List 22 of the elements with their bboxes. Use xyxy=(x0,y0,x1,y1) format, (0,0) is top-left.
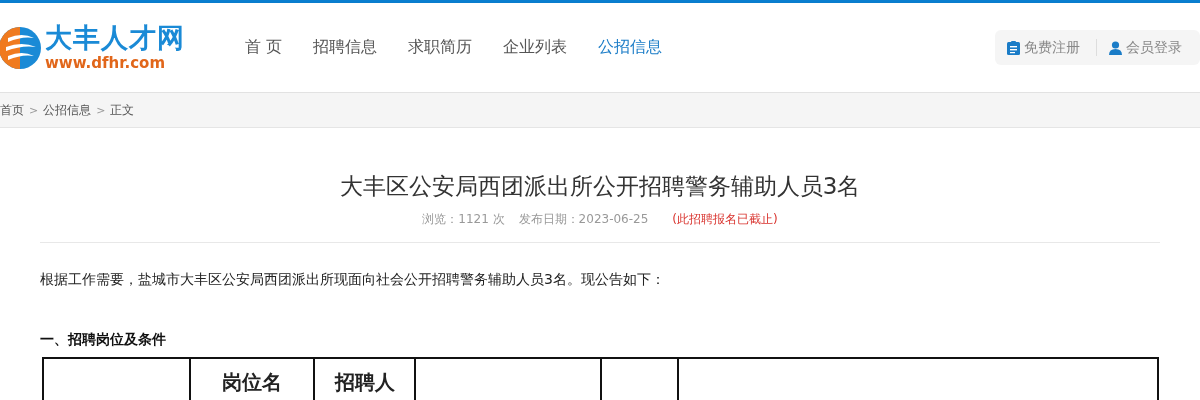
nav-link[interactable]: 求职简历 xyxy=(408,37,473,58)
nav-link[interactable]: 首 页 xyxy=(245,37,283,58)
user-icon xyxy=(1109,40,1122,55)
nav-link[interactable]: 公招信息 xyxy=(598,37,663,58)
intro-paragraph: 根据工作需要，盐城市大丰区公安局西团派出所现面向社会公开招聘警务辅助人员3名。现公告如下： xyxy=(40,271,666,289)
breadcrumb-link[interactable]: 首页 xyxy=(0,101,24,119)
article-title: 大丰区公安局西团派出所公开招聘警务辅助人员3名 xyxy=(338,172,862,201)
breadcrumb-separator: > xyxy=(29,103,39,117)
table-header-cell: 岗位名 xyxy=(191,359,315,400)
nav-link[interactable]: 企业列表 xyxy=(503,37,568,58)
status-note: (此招聘报名已截止) xyxy=(672,211,778,228)
publish-date: 发布日期：2023-06-25 xyxy=(518,211,649,228)
breadcrumb-link[interactable]: 正文 xyxy=(110,101,135,119)
section-heading: 一、招聘岗位及条件 xyxy=(40,331,167,349)
table-header-cell: 招聘人 xyxy=(315,359,416,400)
breadcrumb-link[interactable]: 公招信息 xyxy=(43,101,92,119)
breadcrumb-separator: > xyxy=(96,103,106,117)
view-count: 浏览：1121 次 xyxy=(422,211,505,228)
logo-name: 大丰人才网 xyxy=(45,24,185,51)
nav-link[interactable]: 招聘信息 xyxy=(313,37,378,58)
logo-url: www.dfhr.com xyxy=(45,56,167,71)
clipboard-icon xyxy=(1007,40,1020,55)
